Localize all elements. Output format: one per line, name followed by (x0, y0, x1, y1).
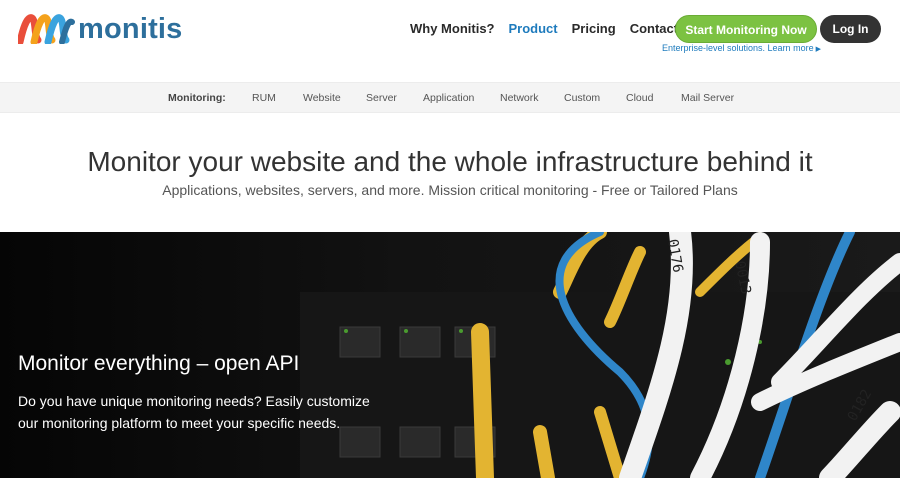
subnav-item-rum[interactable]: RUM (252, 92, 276, 104)
hero-title: Monitor everything – open API (18, 352, 300, 375)
tagline-text: Enterprise-level solutions. Learn more (662, 43, 814, 53)
triangle-right-icon: ▶ (815, 46, 821, 53)
page-headline: Monitor your website and the whole infra… (87, 146, 813, 177)
subnav-item-application[interactable]: Application (423, 92, 474, 104)
enterprise-learn-more-link[interactable]: Enterprise-level solutions. Learn more ▶ (662, 43, 821, 53)
hero-banner: 0176 0013 0182 Monitor everything – open… (0, 232, 900, 478)
logo-text: monitis (78, 13, 183, 45)
monitis-logo[interactable]: monitis (18, 12, 183, 46)
monitoring-subnav: Monitoring: RUM Website Server Applicati… (0, 82, 900, 113)
nav-why-monitis[interactable]: Why Monitis? (410, 21, 495, 36)
start-monitoring-button[interactable]: Start Monitoring Now (675, 15, 817, 43)
subnav-item-custom[interactable]: Custom (564, 92, 600, 104)
subnav-label: Monitoring: (168, 92, 226, 104)
subnav-item-cloud[interactable]: Cloud (626, 92, 653, 104)
subnav-item-server[interactable]: Server (366, 92, 397, 104)
subnav-item-network[interactable]: Network (500, 92, 539, 104)
nav-pricing[interactable]: Pricing (572, 21, 616, 36)
subnav-item-mail-server[interactable]: Mail Server (681, 92, 734, 104)
nav-product[interactable]: Product (509, 21, 558, 36)
logo-mark-icon (18, 14, 75, 44)
page-subheadline: Applications, websites, servers, and mor… (162, 182, 738, 198)
login-button[interactable]: Log In (820, 15, 881, 43)
site-header: monitis Why Monitis? Product Pricing Con… (0, 0, 900, 82)
hero-text: Do you have unique monitoring needs? Eas… (18, 393, 370, 431)
subnav-item-website[interactable]: Website (303, 92, 341, 104)
main-nav: Why Monitis? Product Pricing Contact Us (410, 21, 712, 36)
